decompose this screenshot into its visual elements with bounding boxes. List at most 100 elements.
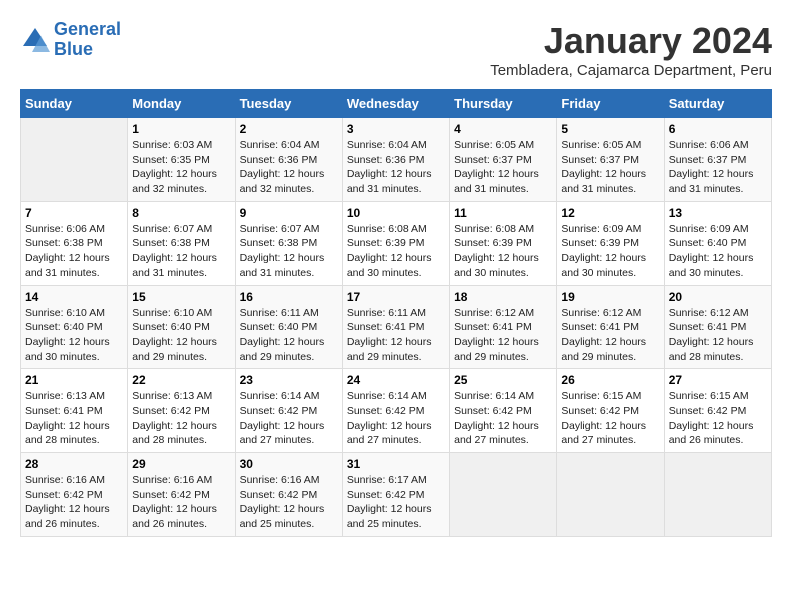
calendar-cell bbox=[664, 453, 771, 537]
calendar-cell: 12 Sunrise: 6:09 AM Sunset: 6:39 PM Dayli… bbox=[557, 201, 664, 285]
day-info: Sunrise: 6:16 AM Sunset: 6:42 PM Dayligh… bbox=[132, 473, 230, 532]
day-number: 10 bbox=[347, 206, 445, 220]
day-number: 5 bbox=[561, 122, 659, 136]
day-info: Sunrise: 6:03 AM Sunset: 6:35 PM Dayligh… bbox=[132, 138, 230, 197]
calendar-cell: 13Sunrise: 6:09 AM Sunset: 6:40 PM Dayli… bbox=[664, 201, 771, 285]
day-info: Sunrise: 6:10 AM Sunset: 6:40 PM Dayligh… bbox=[25, 306, 123, 365]
calendar-cell: 29Sunrise: 6:16 AM Sunset: 6:42 PM Dayli… bbox=[128, 453, 235, 537]
weekday-header-wednesday: Wednesday bbox=[342, 90, 449, 118]
day-info: Sunrise: 6:05 AM Sunset: 6:37 PM Dayligh… bbox=[454, 138, 552, 197]
day-info: Sunrise: 6:12 AM Sunset: 6:41 PM Dayligh… bbox=[561, 306, 659, 365]
weekday-header-friday: Friday bbox=[557, 90, 664, 118]
calendar-cell: 14 Sunrise: 6:10 AM Sunset: 6:40 PM Dayli… bbox=[21, 285, 128, 369]
day-info: Sunrise: 6:07 AM Sunset: 6:38 PM Dayligh… bbox=[240, 222, 338, 281]
day-info: Sunrise: 6:08 AM Sunset: 6:39 PM Dayligh… bbox=[347, 222, 445, 281]
day-number: 16 bbox=[240, 290, 338, 304]
weekday-header-saturday: Saturday bbox=[664, 90, 771, 118]
calendar-cell bbox=[557, 453, 664, 537]
calendar-cell: 4 Sunrise: 6:05 AM Sunset: 6:37 PM Daylig… bbox=[450, 118, 557, 202]
day-number: 27 bbox=[669, 373, 767, 387]
calendar-cell: 16Sunrise: 6:11 AM Sunset: 6:40 PM Dayli… bbox=[235, 285, 342, 369]
day-number: 30 bbox=[240, 457, 338, 471]
title-area: January 2024 Tembladera, Cajamarca Depar… bbox=[490, 20, 772, 79]
calendar-header-row: SundayMondayTuesdayWednesdayThursdayFrid… bbox=[21, 90, 772, 118]
day-number: 1 bbox=[132, 122, 230, 136]
calendar-cell: 5 Sunrise: 6:05 AM Sunset: 6:37 PM Daylig… bbox=[557, 118, 664, 202]
day-number: 11 bbox=[454, 206, 552, 220]
page-container: General Blue January 2024 Tembladera, Ca… bbox=[20, 20, 772, 537]
calendar-cell: 3 Sunrise: 6:04 AM Sunset: 6:36 PM Daylig… bbox=[342, 118, 449, 202]
calendar-cell: 10 Sunrise: 6:08 AM Sunset: 6:39 PM Dayli… bbox=[342, 201, 449, 285]
day-info: Sunrise: 6:16 AM Sunset: 6:42 PM Dayligh… bbox=[240, 473, 338, 532]
day-info: Sunrise: 6:16 AM Sunset: 6:42 PM Dayligh… bbox=[25, 473, 123, 532]
calendar-week-row: 28 Sunrise: 6:16 AM Sunset: 6:42 PM Dayli… bbox=[21, 453, 772, 537]
day-info: Sunrise: 6:06 AM Sunset: 6:37 PM Dayligh… bbox=[669, 138, 767, 197]
calendar-cell: 31 Sunrise: 6:17 AM Sunset: 6:42 PM Dayli… bbox=[342, 453, 449, 537]
day-info: Sunrise: 6:12 AM Sunset: 6:41 PM Dayligh… bbox=[669, 306, 767, 365]
day-number: 18 bbox=[454, 290, 552, 304]
day-number: 15 bbox=[132, 290, 230, 304]
calendar-table: SundayMondayTuesdayWednesdayThursdayFrid… bbox=[20, 89, 772, 537]
calendar-cell: 15 Sunrise: 6:10 AM Sunset: 6:40 PM Dayli… bbox=[128, 285, 235, 369]
weekday-header-sunday: Sunday bbox=[21, 90, 128, 118]
calendar-cell: 20Sunrise: 6:12 AM Sunset: 6:41 PM Dayli… bbox=[664, 285, 771, 369]
calendar-cell: 27Sunrise: 6:15 AM Sunset: 6:42 PM Dayli… bbox=[664, 369, 771, 453]
day-info: Sunrise: 6:05 AM Sunset: 6:37 PM Dayligh… bbox=[561, 138, 659, 197]
day-info: Sunrise: 6:17 AM Sunset: 6:42 PM Dayligh… bbox=[347, 473, 445, 532]
day-info: Sunrise: 6:10 AM Sunset: 6:40 PM Dayligh… bbox=[132, 306, 230, 365]
day-number: 13 bbox=[669, 206, 767, 220]
calendar-cell bbox=[21, 118, 128, 202]
day-info: Sunrise: 6:12 AM Sunset: 6:41 PM Dayligh… bbox=[454, 306, 552, 365]
page-subtitle: Tembladera, Cajamarca Department, Peru bbox=[490, 62, 772, 79]
calendar-cell bbox=[450, 453, 557, 537]
day-number: 31 bbox=[347, 457, 445, 471]
day-number: 17 bbox=[347, 290, 445, 304]
logo-general: General bbox=[54, 19, 121, 39]
day-number: 22 bbox=[132, 373, 230, 387]
calendar-week-row: 7 Sunrise: 6:06 AM Sunset: 6:38 PM Daylig… bbox=[21, 201, 772, 285]
day-number: 26 bbox=[561, 373, 659, 387]
calendar-cell: 18 Sunrise: 6:12 AM Sunset: 6:41 PM Dayli… bbox=[450, 285, 557, 369]
day-number: 8 bbox=[132, 206, 230, 220]
calendar-cell: 2 Sunrise: 6:04 AM Sunset: 6:36 PM Daylig… bbox=[235, 118, 342, 202]
calendar-cell: 8 Sunrise: 6:07 AM Sunset: 6:38 PM Daylig… bbox=[128, 201, 235, 285]
calendar-cell: 19 Sunrise: 6:12 AM Sunset: 6:41 PM Dayli… bbox=[557, 285, 664, 369]
day-number: 7 bbox=[25, 206, 123, 220]
day-info: Sunrise: 6:08 AM Sunset: 6:39 PM Dayligh… bbox=[454, 222, 552, 281]
calendar-cell: 11 Sunrise: 6:08 AM Sunset: 6:39 PM Dayli… bbox=[450, 201, 557, 285]
day-info: Sunrise: 6:09 AM Sunset: 6:39 PM Dayligh… bbox=[561, 222, 659, 281]
day-number: 6 bbox=[669, 122, 767, 136]
day-info: Sunrise: 6:14 AM Sunset: 6:42 PM Dayligh… bbox=[454, 389, 552, 448]
day-info: Sunrise: 6:07 AM Sunset: 6:38 PM Dayligh… bbox=[132, 222, 230, 281]
day-info: Sunrise: 6:06 AM Sunset: 6:38 PM Dayligh… bbox=[25, 222, 123, 281]
logo: General Blue bbox=[20, 20, 121, 60]
calendar-cell: 26Sunrise: 6:15 AM Sunset: 6:42 PM Dayli… bbox=[557, 369, 664, 453]
day-number: 25 bbox=[454, 373, 552, 387]
header: General Blue January 2024 Tembladera, Ca… bbox=[20, 20, 772, 79]
day-number: 9 bbox=[240, 206, 338, 220]
day-info: Sunrise: 6:13 AM Sunset: 6:41 PM Dayligh… bbox=[25, 389, 123, 448]
calendar-cell: 30 Sunrise: 6:16 AM Sunset: 6:42 PM Dayli… bbox=[235, 453, 342, 537]
calendar-cell: 6 Sunrise: 6:06 AM Sunset: 6:37 PM Daylig… bbox=[664, 118, 771, 202]
calendar-cell: 23Sunrise: 6:14 AM Sunset: 6:42 PM Dayli… bbox=[235, 369, 342, 453]
day-number: 2 bbox=[240, 122, 338, 136]
calendar-cell: 25 Sunrise: 6:14 AM Sunset: 6:42 PM Dayli… bbox=[450, 369, 557, 453]
day-number: 28 bbox=[25, 457, 123, 471]
calendar-cell: 17Sunrise: 6:11 AM Sunset: 6:41 PM Dayli… bbox=[342, 285, 449, 369]
day-number: 23 bbox=[240, 373, 338, 387]
day-number: 14 bbox=[25, 290, 123, 304]
calendar-cell: 1 Sunrise: 6:03 AM Sunset: 6:35 PM Daylig… bbox=[128, 118, 235, 202]
day-number: 3 bbox=[347, 122, 445, 136]
day-info: Sunrise: 6:04 AM Sunset: 6:36 PM Dayligh… bbox=[347, 138, 445, 197]
weekday-header-thursday: Thursday bbox=[450, 90, 557, 118]
calendar-cell: 7 Sunrise: 6:06 AM Sunset: 6:38 PM Daylig… bbox=[21, 201, 128, 285]
page-title: January 2024 bbox=[490, 20, 772, 62]
day-number: 12 bbox=[561, 206, 659, 220]
day-number: 19 bbox=[561, 290, 659, 304]
calendar-cell: 9 Sunrise: 6:07 AM Sunset: 6:38 PM Daylig… bbox=[235, 201, 342, 285]
day-info: Sunrise: 6:04 AM Sunset: 6:36 PM Dayligh… bbox=[240, 138, 338, 197]
day-number: 24 bbox=[347, 373, 445, 387]
day-number: 4 bbox=[454, 122, 552, 136]
calendar-week-row: 14 Sunrise: 6:10 AM Sunset: 6:40 PM Dayli… bbox=[21, 285, 772, 369]
calendar-cell: 28 Sunrise: 6:16 AM Sunset: 6:42 PM Dayli… bbox=[21, 453, 128, 537]
